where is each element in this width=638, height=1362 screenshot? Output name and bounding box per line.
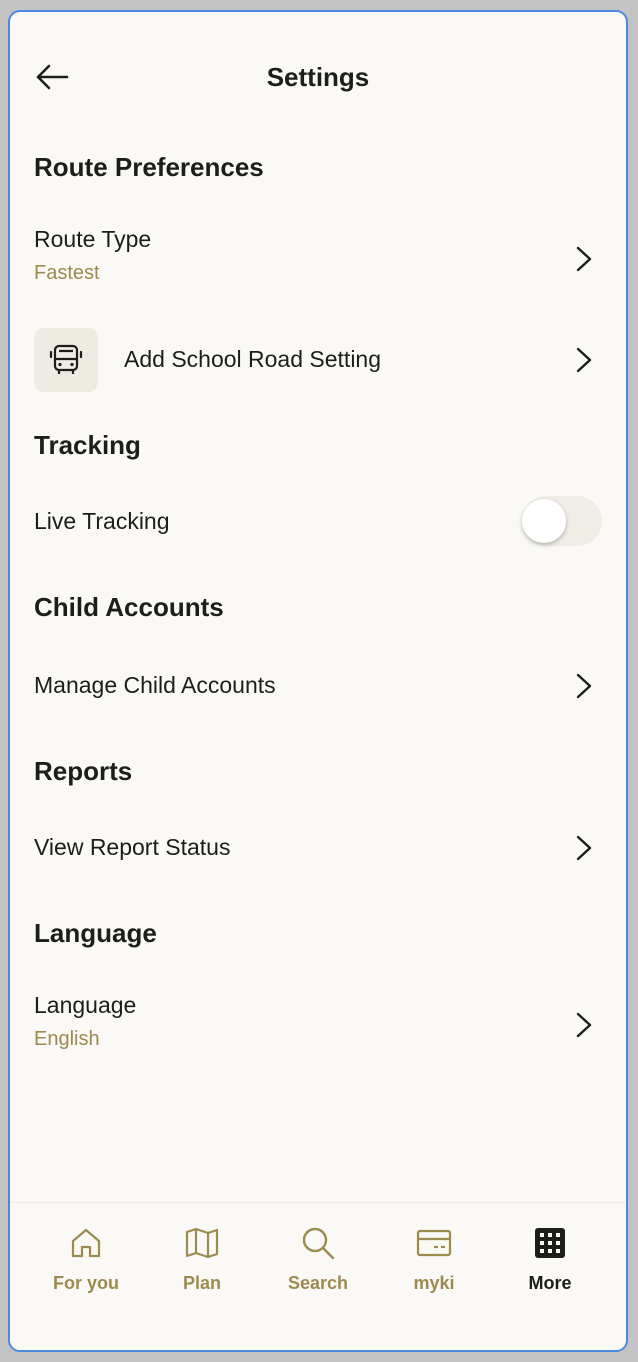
add-school-road-label: Add School Road Setting	[124, 346, 382, 372]
section-title-tracking: Tracking	[34, 430, 141, 460]
language-row[interactable]: Language English	[10, 990, 626, 1060]
chevron-right-icon	[576, 347, 592, 373]
language-value: English	[34, 1028, 100, 1050]
tab-search[interactable]: Search	[268, 1225, 368, 1305]
section-title-route-preferences: Route Preferences	[34, 152, 264, 182]
map-icon	[185, 1227, 219, 1259]
search-icon	[302, 1227, 335, 1260]
route-type-row[interactable]: Route Type Fastest	[10, 224, 626, 294]
view-report-status-label: View Report Status	[34, 834, 231, 860]
live-tracking-label: Live Tracking	[34, 508, 170, 534]
section-title-reports: Reports	[34, 756, 133, 786]
route-type-label: Route Type	[34, 226, 152, 252]
tab-myki[interactable]: myki	[384, 1225, 484, 1305]
add-school-road-row[interactable]: Add School Road Setting	[10, 328, 626, 392]
tab-label: myki	[413, 1273, 455, 1293]
bus-icon	[49, 344, 83, 374]
live-tracking-toggle[interactable]	[522, 496, 602, 546]
tab-label: Plan	[182, 1273, 221, 1293]
tab-plan[interactable]: Plan	[152, 1225, 252, 1305]
tab-label: Search	[287, 1273, 349, 1293]
home-icon	[71, 1228, 101, 1258]
bottom-tab-bar: For you Plan Search myki More	[10, 1202, 626, 1350]
chevron-right-icon	[576, 835, 592, 861]
route-type-value: Fastest	[34, 262, 100, 284]
chevron-right-icon	[576, 673, 592, 699]
grid-icon	[535, 1228, 565, 1258]
live-tracking-row: Live Tracking	[10, 496, 626, 546]
card-icon	[416, 1229, 452, 1257]
manage-child-accounts-row[interactable]: Manage Child Accounts	[10, 666, 626, 706]
toggle-knob	[522, 499, 566, 543]
language-label: Language	[34, 992, 137, 1018]
view-report-status-row[interactable]: View Report Status	[10, 828, 626, 868]
chevron-right-icon	[576, 1012, 592, 1038]
section-title-language: Language	[34, 918, 157, 948]
page-title: Settings	[266, 62, 370, 92]
tab-label: More	[528, 1273, 572, 1293]
chevron-right-icon	[576, 246, 592, 272]
section-title-child-accounts: Child Accounts	[34, 592, 224, 622]
tab-label: For you	[53, 1273, 119, 1293]
tab-more[interactable]: More	[500, 1225, 600, 1305]
bus-icon-tile	[34, 328, 98, 392]
manage-child-accounts-label: Manage Child Accounts	[34, 672, 276, 698]
tab-for-you[interactable]: For you	[36, 1225, 136, 1305]
settings-screen: Settings Route Preferences Route Type Fa…	[8, 10, 628, 1352]
header: Settings	[10, 52, 626, 102]
